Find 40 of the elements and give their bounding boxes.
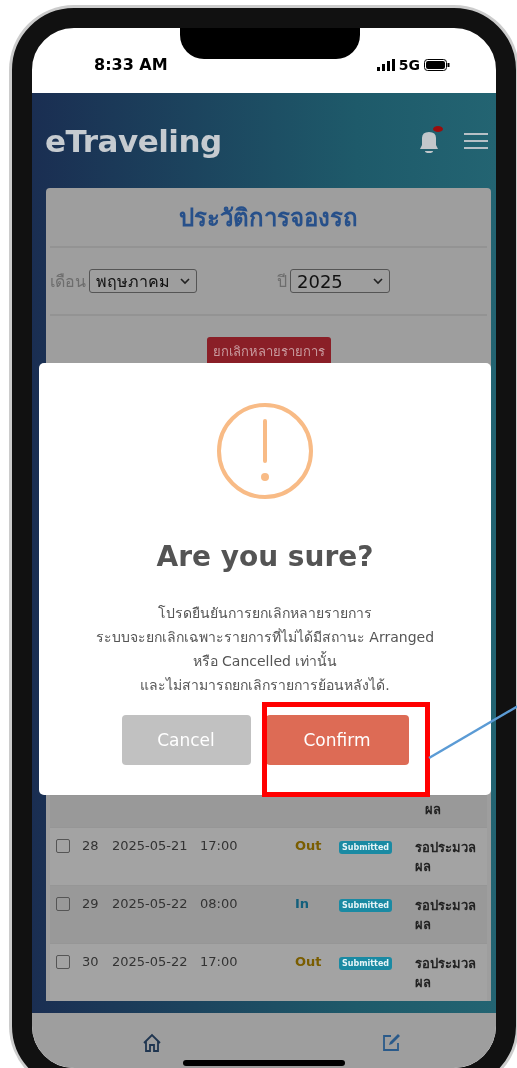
status-text: ผล <box>425 801 442 819</box>
menu-icon[interactable] <box>464 130 488 151</box>
chevron-icon <box>373 277 383 285</box>
direction-text: Out <box>295 838 323 853</box>
edit-icon[interactable] <box>381 1033 401 1053</box>
status-badge: Submitted <box>339 899 393 912</box>
table-cell-text: 2025-05-22 <box>112 896 189 911</box>
dropdown[interactable]: พฤษภาคม <box>89 269 197 293</box>
table-cell-text: 08:00 <box>200 896 239 911</box>
dialog-title: Are you sure? <box>156 540 374 573</box>
home-icon[interactable] <box>142 1033 162 1053</box>
table-cell-text: 2025-05-21 <box>112 838 189 853</box>
signal-icon <box>376 58 395 71</box>
table-cell-text: 17:00 <box>200 838 239 853</box>
bulk-cancel-button[interactable]: ยกเลิกหลายรายการ <box>206 337 331 363</box>
table-cell-text: 17:00 <box>200 954 239 969</box>
table-cell-text: 2025-05-22 <box>112 954 189 969</box>
chevron-icon <box>180 277 190 285</box>
page-title: ประวัติการจองรถ <box>50 188 487 248</box>
table-cell-text: 29 <box>82 896 100 911</box>
table-cell-text: 30 <box>82 954 100 969</box>
confirm-button[interactable]: Confirm <box>265 715 409 765</box>
table-cell-text: 28 <box>82 838 100 853</box>
dialog-message: โปรดยืนยันการยกเลิกหลายรายการ ระบบจะยกเลิกเฉพาะรายการที่ไม่ได้มีสถานะ Arranged หรือ Cancelled เท่านั้น และไม่สามารถยกเลิกรายการย้อนหลังได้. <box>95 604 435 695</box>
row-checkbox[interactable] <box>56 839 70 853</box>
status-text: รอประมวลผล <box>415 955 477 992</box>
status-text: รอประมวลผล <box>415 897 477 934</box>
status-badge: Submitted <box>339 957 393 970</box>
direction-text: Out <box>295 954 323 969</box>
network-label: 5G <box>398 56 420 73</box>
warning-icon <box>216 402 314 500</box>
row-checkbox[interactable] <box>56 955 70 969</box>
status-text: รอประมวลผล <box>415 839 477 876</box>
battery-icon <box>424 58 450 71</box>
row-checkbox[interactable] <box>56 897 70 911</box>
direction-text: In <box>295 896 311 911</box>
status-time: 8:33 AM <box>94 55 168 74</box>
dropdown[interactable]: 2025 <box>290 269 390 293</box>
status-badge: Submitted <box>339 841 393 854</box>
app-logo: eTraveling <box>45 122 222 159</box>
